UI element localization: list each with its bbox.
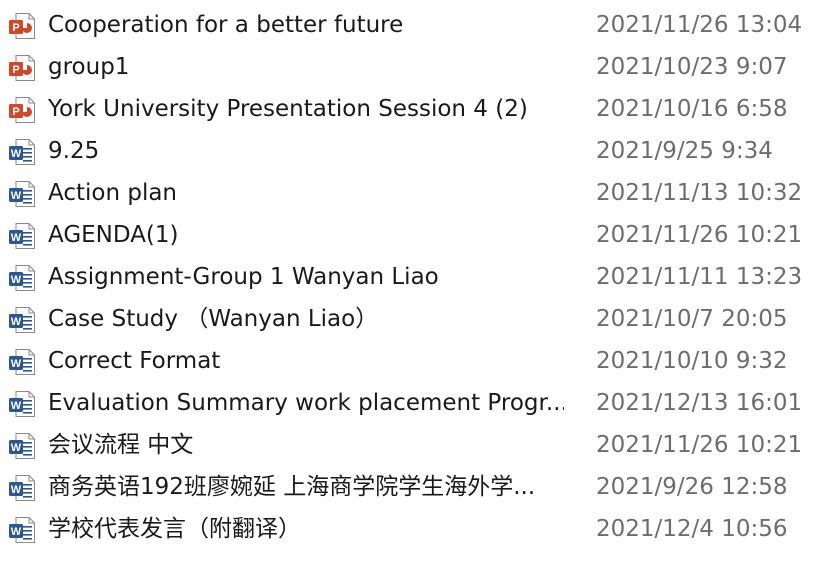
file-row[interactable]: W Action plan 2021/11/13 10:32 bbox=[0, 172, 817, 214]
file-row[interactable]: W 会议流程 中文 2021/11/26 10:21 bbox=[0, 424, 817, 466]
file-modified-date: 2021/10/23 9:07 bbox=[596, 54, 788, 80]
word-file-icon: W bbox=[8, 348, 36, 376]
svg-text:W: W bbox=[11, 148, 22, 160]
word-file-icon: W bbox=[8, 390, 36, 418]
file-name: Correct Format bbox=[48, 348, 221, 374]
file-modified-date: 2021/9/25 9:34 bbox=[596, 138, 773, 164]
word-file-icon: W bbox=[8, 432, 36, 460]
file-row[interactable]: P York University Presentation Session 4 … bbox=[0, 88, 817, 130]
file-name: Cooperation for a better future bbox=[48, 12, 404, 38]
powerpoint-file-icon: P bbox=[8, 12, 36, 40]
svg-text:W: W bbox=[11, 484, 22, 496]
file-name: Evaluation Summary work placement Progr.… bbox=[48, 390, 564, 416]
file-name: York University Presentation Session 4 (… bbox=[48, 96, 528, 122]
file-name: AGENDA(1) bbox=[48, 222, 179, 248]
svg-text:W: W bbox=[11, 316, 22, 328]
file-row[interactable]: Pgroup1 2021/10/23 9:07 bbox=[0, 46, 817, 88]
svg-text:P: P bbox=[12, 106, 19, 118]
file-name: 9.25 bbox=[48, 138, 100, 164]
file-name: 会议流程 中文 bbox=[48, 432, 194, 458]
file-name: Case Study （Wanyan Liao） bbox=[48, 306, 379, 332]
svg-text:W: W bbox=[11, 358, 22, 370]
file-list: P Cooperation for a better future 2021/11/… bbox=[0, 0, 817, 563]
word-file-icon: W bbox=[8, 180, 36, 208]
file-row[interactable]: W Assignment-Group 1 Wanyan Liao 2021/11/1… bbox=[0, 256, 817, 298]
word-file-icon: W bbox=[8, 222, 36, 250]
file-row[interactable]: W Evaluation Summary work placement Progr… bbox=[0, 382, 817, 424]
file-modified-date: 2021/11/26 10:21 bbox=[596, 432, 803, 458]
file-row[interactable]: W 商务英语192班廖婉延 上海商学院学生海外学... 2021/9/26 12:5… bbox=[0, 466, 817, 508]
file-modified-date: 2021/9/26 12:58 bbox=[596, 474, 788, 500]
file-row[interactable]: W Case Study （Wanyan Liao） 2021/10/7 20:05 bbox=[0, 298, 817, 340]
file-name: group1 bbox=[48, 54, 130, 80]
file-modified-date: 2021/10/16 6:58 bbox=[596, 96, 788, 122]
file-row[interactable]: W Correct Format 2021/10/10 9:32 bbox=[0, 340, 817, 382]
powerpoint-file-icon: P bbox=[8, 96, 36, 124]
file-row[interactable]: P Cooperation for a better future 2021/11/… bbox=[0, 4, 817, 46]
svg-text:P: P bbox=[12, 22, 19, 34]
file-name: 商务英语192班廖婉延 上海商学院学生海外学... bbox=[48, 474, 536, 500]
svg-text:W: W bbox=[11, 190, 22, 202]
file-modified-date: 2021/11/13 10:32 bbox=[596, 180, 803, 206]
word-file-icon: W bbox=[8, 306, 36, 334]
file-name: Assignment-Group 1 Wanyan Liao bbox=[48, 264, 439, 290]
svg-text:W: W bbox=[11, 274, 22, 286]
file-modified-date: 2021/10/10 9:32 bbox=[596, 348, 788, 374]
file-row[interactable]: W AGENDA(1) 2021/11/26 10:21 bbox=[0, 214, 817, 256]
file-modified-date: 2021/10/7 20:05 bbox=[596, 306, 788, 332]
word-file-icon: W bbox=[8, 474, 36, 502]
powerpoint-file-icon: P bbox=[8, 54, 36, 82]
word-file-icon: W bbox=[8, 264, 36, 292]
file-modified-date: 2021/11/11 13:23 bbox=[596, 264, 803, 290]
svg-text:W: W bbox=[11, 232, 22, 244]
word-file-icon: W bbox=[8, 138, 36, 166]
svg-text:P: P bbox=[12, 64, 19, 76]
file-name: 学校代表发言（附翻译） bbox=[48, 516, 301, 542]
file-modified-date: 2021/12/4 10:56 bbox=[596, 516, 788, 542]
file-row[interactable]: W 学校代表发言（附翻译） 2021/12/4 10:56 bbox=[0, 508, 817, 550]
svg-text:W: W bbox=[11, 442, 22, 454]
file-modified-date: 2021/12/13 16:01 bbox=[596, 390, 803, 416]
svg-text:W: W bbox=[11, 526, 22, 538]
file-modified-date: 2021/11/26 13:04 bbox=[596, 12, 803, 38]
file-row[interactable]: W 9.25 2021/9/25 9:34 bbox=[0, 130, 817, 172]
file-modified-date: 2021/11/26 10:21 bbox=[596, 222, 803, 248]
svg-text:W: W bbox=[11, 400, 22, 412]
word-file-icon: W bbox=[8, 516, 36, 544]
file-name: Action plan bbox=[48, 180, 178, 206]
